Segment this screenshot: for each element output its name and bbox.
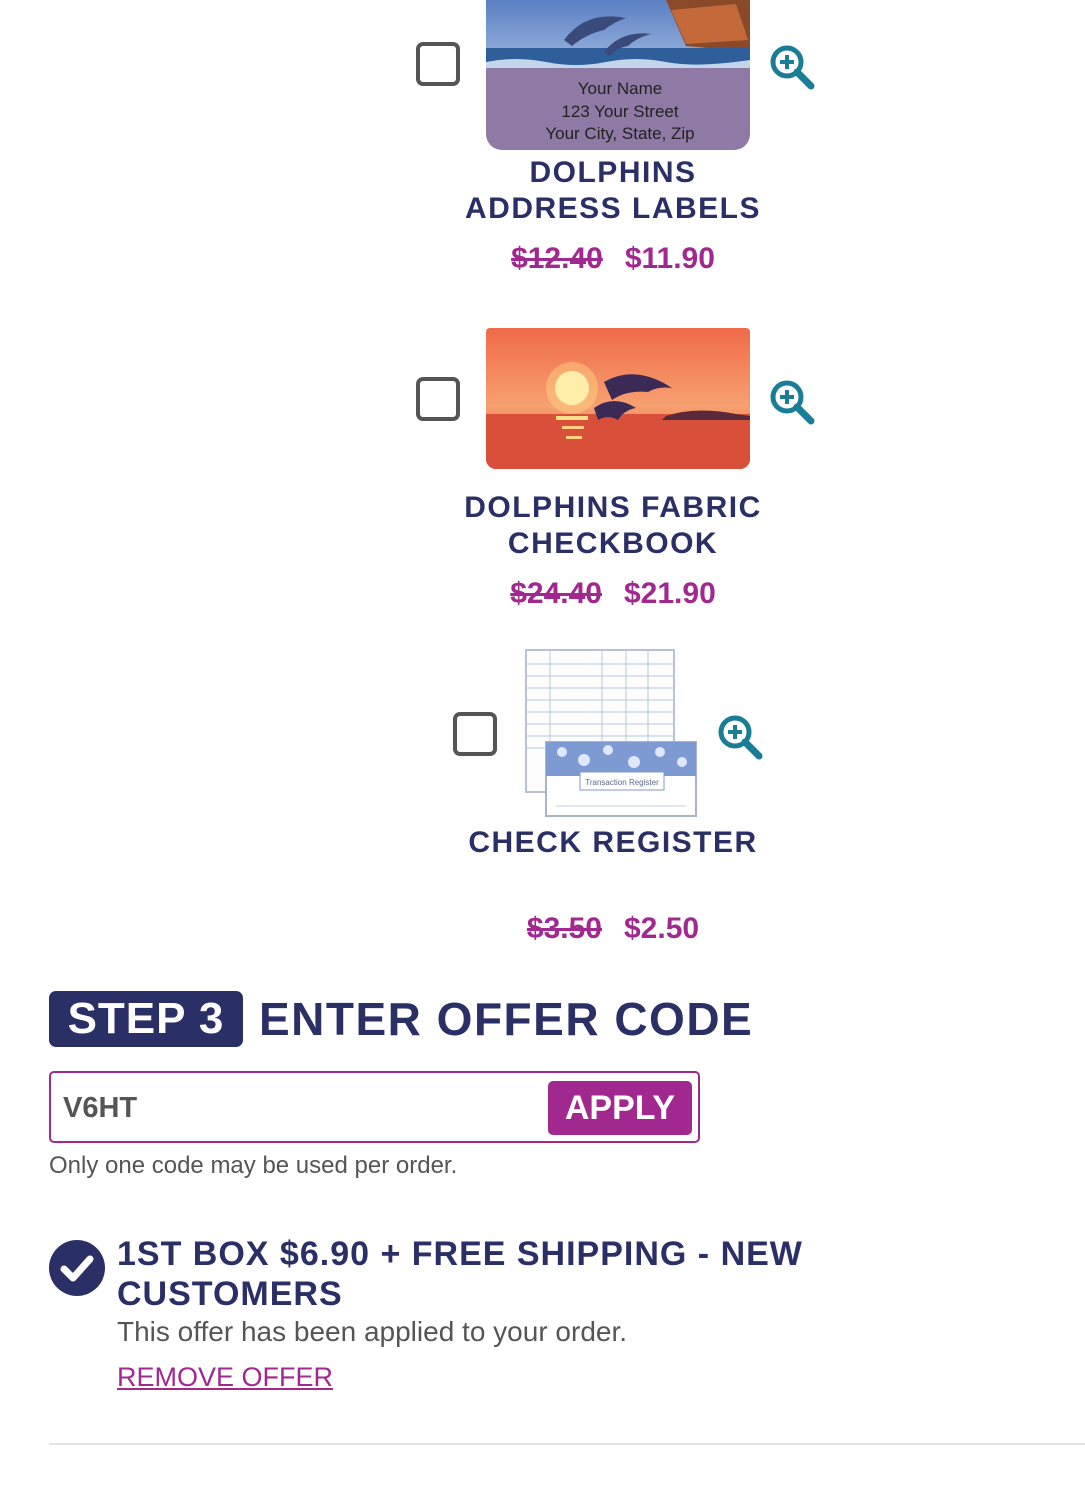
offer-title: 1ST BOX $6.90 + FREE SHIPPING - NEW CUST… bbox=[117, 1235, 803, 1313]
register-cover-text: Transaction Register bbox=[585, 778, 659, 787]
product-checkbox[interactable] bbox=[416, 42, 460, 86]
product-title-line1: DOLPHINS bbox=[529, 156, 697, 189]
offer-applied-text: This offer has been applied to your orde… bbox=[117, 1316, 628, 1347]
zoom-in-icon[interactable] bbox=[767, 377, 815, 425]
new-price: $2.50 bbox=[624, 912, 700, 945]
step-title: ENTER OFFER CODE bbox=[259, 993, 754, 1045]
product-title: CHECK REGISTER bbox=[363, 825, 863, 861]
apply-button[interactable]: APPLY bbox=[548, 1081, 692, 1135]
label-city-text: Your City, State, Zip bbox=[545, 124, 694, 143]
new-price: $11.90 bbox=[624, 242, 715, 275]
old-price: $3.50 bbox=[526, 912, 602, 945]
checkmark-icon bbox=[49, 1240, 105, 1296]
product-title-line2: ADDRESS LABELS bbox=[464, 192, 762, 225]
product-title-line1: CHECK REGISTER bbox=[468, 826, 758, 859]
zoom-in-icon[interactable] bbox=[767, 42, 815, 90]
label-street-text: 123 Your Street bbox=[561, 102, 678, 121]
product-checkbox[interactable] bbox=[453, 712, 497, 756]
label-name-text: Your Name bbox=[578, 79, 662, 98]
product-price: $12.40 $11.90 bbox=[413, 242, 813, 276]
register-art: Transaction Register bbox=[525, 649, 697, 817]
dolphins-sunset-art bbox=[486, 328, 750, 469]
product-title: DOLPHINS ADDRESS LABELS bbox=[363, 155, 863, 227]
product-price: $24.40 $21.90 bbox=[413, 577, 813, 611]
check-register-image: Transaction Register bbox=[522, 648, 698, 820]
zoom-in-icon[interactable] bbox=[715, 712, 763, 760]
offer-code-input[interactable] bbox=[61, 1083, 535, 1133]
product-price: $3.50 $2.50 bbox=[413, 912, 813, 946]
dolphins-label-art: Your Name 123 Your Street Your City, Sta… bbox=[486, 0, 750, 150]
old-price: $12.40 bbox=[511, 242, 603, 275]
product-title-line1: DOLPHINS FABRIC bbox=[464, 491, 762, 524]
product-title-line2: CHECKBOOK bbox=[507, 527, 719, 560]
product-checkbox[interactable] bbox=[416, 377, 460, 421]
offer-code-note: Only one code may be used per order. bbox=[49, 1152, 458, 1179]
checkbook-image bbox=[486, 328, 750, 469]
offer-code-form: APPLY bbox=[49, 1071, 700, 1143]
step-badge: STEP 3 bbox=[49, 991, 243, 1047]
divider bbox=[49, 1443, 1085, 1445]
address-labels-image: Your Name 123 Your Street Your City, Sta… bbox=[486, 0, 750, 150]
product-title: DOLPHINS FABRIC CHECKBOOK bbox=[363, 490, 863, 562]
old-price: $24.40 bbox=[510, 577, 602, 610]
new-price: $21.90 bbox=[624, 577, 716, 610]
remove-offer-link[interactable]: REMOVE OFFER bbox=[117, 1362, 333, 1393]
